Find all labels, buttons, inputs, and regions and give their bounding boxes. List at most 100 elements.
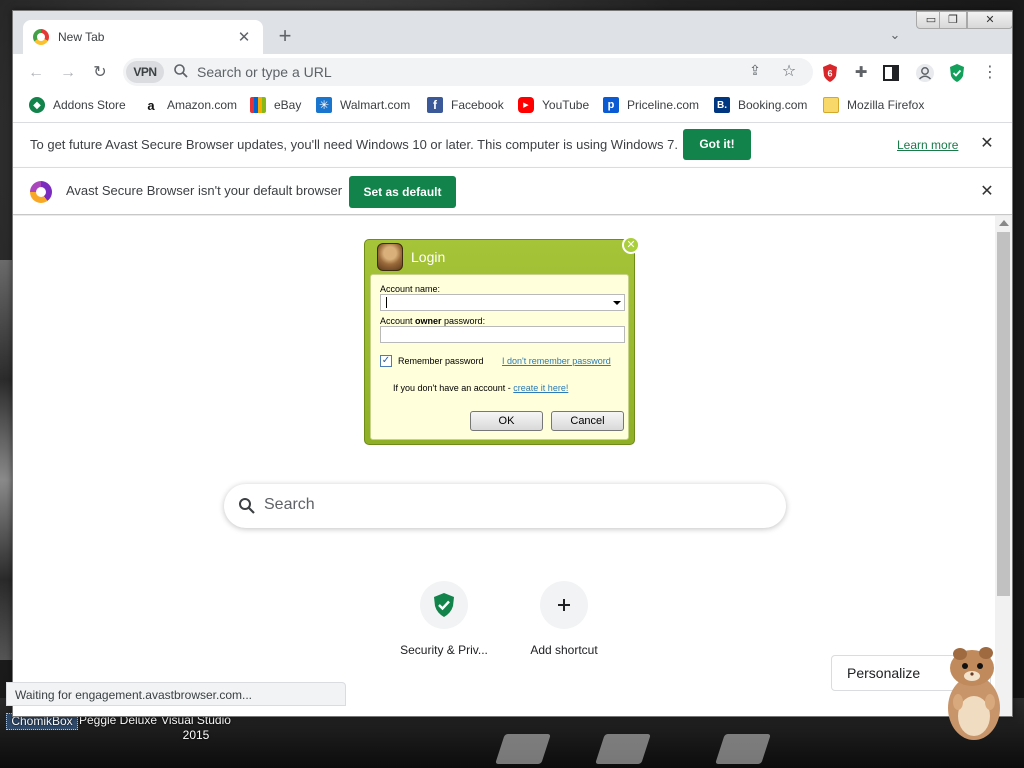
update-infobar: To get future Avast Secure Browser updat… xyxy=(13,122,1012,167)
default-browser-text: Avast Secure Browser isn't your default … xyxy=(66,183,343,198)
login-dialog: Login ✕ Account name: Account owner pass… xyxy=(364,236,640,445)
status-bubble: Waiting for engagement.avastbrowser.com.… xyxy=(6,682,346,706)
ebay-icon xyxy=(250,97,266,113)
share-icon[interactable]: ⇪ xyxy=(745,62,765,82)
learn-more-link[interactable]: Learn more xyxy=(897,138,958,152)
amazon-icon: a xyxy=(143,97,159,113)
scroll-thumb[interactable] xyxy=(997,232,1010,596)
shortcut-tile xyxy=(540,581,588,629)
security-shield-icon[interactable] xyxy=(948,63,966,83)
address-bar-placeholder: Search or type a URL xyxy=(197,64,332,80)
tab-new-tab[interactable]: New Tab ✕ xyxy=(23,20,263,54)
bookmark-walmart[interactable]: ✳ Walmart.com xyxy=(316,96,410,114)
bookmark-label: Addons Store xyxy=(53,98,126,112)
folder-icon xyxy=(823,97,839,113)
bookmark-label: Mozilla Firefox xyxy=(847,98,925,112)
bookmark-addons-store[interactable]: ◆ Addons Store xyxy=(29,96,126,114)
title-bar: New Tab ✕ + ⌄ ▭ ❐ ✕ xyxy=(13,11,1012,54)
forward-arrow-icon[interactable]: → xyxy=(57,62,79,84)
scroll-up-arrow-icon[interactable] xyxy=(999,220,1009,226)
cancel-button[interactable]: Cancel xyxy=(551,411,624,431)
hamster-avatar-icon xyxy=(377,243,403,271)
back-arrow-icon[interactable]: ← xyxy=(25,62,47,84)
walmart-icon: ✳ xyxy=(316,97,332,113)
menu-kebab-icon[interactable]: ⋮ xyxy=(979,62,1001,84)
bookmark-booking[interactable]: B. Booking.com xyxy=(714,96,807,114)
remember-password-checkbox[interactable]: ✓ xyxy=(380,355,392,367)
got-it-button[interactable]: Got it! xyxy=(683,129,751,160)
personalize-label: Personalize xyxy=(847,665,921,681)
maximize-button[interactable]: ❐ xyxy=(939,11,967,29)
new-tab-button[interactable]: + xyxy=(273,25,297,49)
avast-logo-icon xyxy=(30,181,52,203)
bookmark-folder-firefox[interactable]: Mozilla Firefox xyxy=(823,96,924,114)
road-stripe xyxy=(495,734,551,764)
login-form: Account name: Account owner password: ✓ … xyxy=(370,274,629,440)
close-icon[interactable]: ✕ xyxy=(622,236,640,254)
extensions-puzzle-icon[interactable]: ✚ xyxy=(850,62,872,84)
tab-close-icon[interactable]: ✕ xyxy=(235,28,253,46)
shortcut-security-privacy[interactable]: Security & Priv... xyxy=(389,581,499,657)
account-name-dropdown[interactable] xyxy=(380,294,625,311)
bookmarks-bar: ◆ Addons Store a Amazon.com eBay ✳ Walma… xyxy=(13,90,1012,120)
create-account-text: If you don't have an account - create it… xyxy=(393,383,569,393)
bookmark-label: Priceline.com xyxy=(627,98,700,112)
remember-password-label: Remember password xyxy=(398,356,484,366)
adblock-shield-icon[interactable]: 6 xyxy=(821,63,839,83)
desktop-icon-visual-studio[interactable]: Visual Studio 2015 xyxy=(158,713,234,743)
close-window-button[interactable]: ✕ xyxy=(967,11,1012,29)
vertical-scrollbar[interactable] xyxy=(995,216,1012,716)
text-caret xyxy=(386,297,387,308)
update-infobar-text: To get future Avast Secure Browser updat… xyxy=(30,137,678,152)
bookmark-label: Booking.com xyxy=(738,98,808,112)
bookmark-amazon[interactable]: a Amazon.com xyxy=(143,96,237,114)
vpn-button[interactable]: VPN xyxy=(126,61,164,83)
forgot-password-link[interactable]: I don't remember password xyxy=(502,356,611,366)
address-bar[interactable]: VPN Search or type a URL ⇪ ☆ xyxy=(123,58,813,86)
set-as-default-button[interactable]: Set as default xyxy=(349,176,456,208)
shortcut-label: Security & Priv... xyxy=(400,643,488,657)
bookmark-priceline[interactable]: p Priceline.com xyxy=(603,96,699,114)
side-panel-icon[interactable] xyxy=(883,65,899,81)
login-dialog-title: Login xyxy=(411,249,446,265)
search-placeholder: Search xyxy=(264,496,315,513)
profile-avatar-icon[interactable] xyxy=(915,63,935,83)
road-stripe xyxy=(595,734,651,764)
addons-store-icon: ◆ xyxy=(29,97,45,113)
shortcut-tile xyxy=(420,581,468,629)
plus-icon xyxy=(558,599,570,611)
create-account-link[interactable]: create it here! xyxy=(513,383,568,393)
svg-text:6: 6 xyxy=(827,69,832,79)
hamster-mascot-icon xyxy=(948,647,1000,740)
search-icon xyxy=(239,498,255,514)
road-stripe xyxy=(715,734,771,764)
bookmark-label: eBay xyxy=(274,98,302,112)
bookmark-label: YouTube xyxy=(542,98,590,112)
new-tab-search-box[interactable]: Search xyxy=(224,484,786,528)
close-icon[interactable]: ✕ xyxy=(977,134,997,154)
shield-check-icon xyxy=(434,593,454,617)
reload-icon[interactable]: ↻ xyxy=(89,62,111,84)
toolbar: ← → ↻ VPN Search or type a URL ⇪ ☆ 6 ✚ ⋮ xyxy=(13,54,1012,90)
tab-search-chevron-icon[interactable]: ⌄ xyxy=(885,27,905,47)
password-label: Account owner password: xyxy=(380,316,486,326)
priceline-icon: p xyxy=(603,97,619,113)
bookmark-label: Facebook xyxy=(451,98,504,112)
shortcut-add[interactable]: Add shortcut xyxy=(509,581,619,657)
close-icon[interactable]: ✕ xyxy=(977,182,997,202)
account-name-label: Account name: xyxy=(380,284,441,294)
bookmark-label: Amazon.com xyxy=(167,98,238,112)
ok-button[interactable]: OK xyxy=(470,411,543,431)
bookmark-facebook[interactable]: f Facebook xyxy=(427,96,504,114)
chevron-down-icon[interactable] xyxy=(613,301,621,305)
shortcut-label: Add shortcut xyxy=(530,643,598,657)
bookmark-label: Walmart.com xyxy=(340,98,411,112)
bookmark-ebay[interactable]: eBay xyxy=(250,96,301,114)
bookmark-youtube[interactable]: ▶ YouTube xyxy=(518,96,589,114)
facebook-icon: f xyxy=(427,97,443,113)
youtube-icon: ▶ xyxy=(518,97,534,113)
tab-title: New Tab xyxy=(58,30,105,44)
bookmark-star-icon[interactable]: ☆ xyxy=(779,61,799,81)
password-field[interactable] xyxy=(380,326,625,343)
booking-icon: B. xyxy=(714,97,730,113)
